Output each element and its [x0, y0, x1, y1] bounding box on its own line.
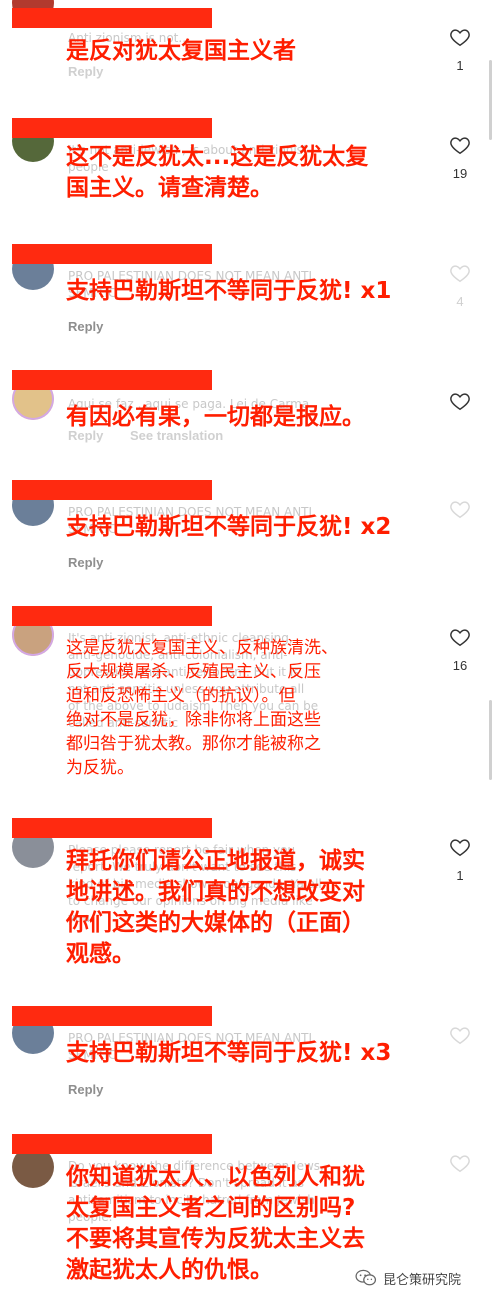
redacted-username-bar	[12, 818, 212, 838]
scrollbar[interactable]	[489, 60, 492, 140]
translated-comment: 是反对犹太复国主义者	[66, 38, 296, 64]
reply-button[interactable]: Reply	[68, 555, 103, 570]
see-translation-link[interactable]: See translation	[130, 428, 223, 443]
like-heart-icon[interactable]	[449, 498, 471, 520]
watermark: 昆仑策研究院	[355, 1268, 461, 1288]
like-heart-icon[interactable]	[449, 1152, 471, 1174]
wechat-icon	[355, 1269, 377, 1286]
redacted-username-bar	[12, 1006, 212, 1026]
like-count: 16	[452, 658, 468, 673]
translated-comment: 拜托你们请公正地报道，诚实 地讲述。我们真的不想改变对 你们这类的大媒体的（正面…	[66, 848, 365, 967]
reply-button[interactable]: Reply	[68, 319, 103, 334]
like-count: 1	[456, 58, 464, 73]
translated-comment: 支持巴勒斯坦不等同于反犹! x1	[66, 278, 392, 304]
redacted-username-bar	[12, 244, 212, 264]
redacted-username-bar	[12, 480, 212, 500]
redacted-username-bar	[12, 118, 212, 138]
watermark-text: 昆仑策研究院	[383, 1272, 462, 1288]
scrollbar-track-segment	[489, 700, 492, 780]
like-heart-icon[interactable]	[449, 262, 471, 284]
translated-comment: 这是反犹太复国主义、反种族清洗、 反大规模屠杀、反殖民主义、反压 迫和反恐怖主义…	[66, 638, 338, 778]
like-heart-icon[interactable]	[449, 26, 471, 48]
like-heart-icon[interactable]	[449, 390, 471, 412]
redacted-username-bar	[12, 8, 212, 28]
reply-button[interactable]: Reply	[68, 1082, 103, 1097]
redacted-username-bar	[12, 370, 212, 390]
translated-comment: 支持巴勒斯坦不等同于反犹! x2	[66, 514, 392, 540]
like-count: 1	[456, 868, 464, 883]
translated-comment: 这不是反犹太...这是反犹太复 国主义。请查清楚。	[66, 144, 369, 201]
translated-comment: 支持巴勒斯坦不等同于反犹! x3	[66, 1040, 392, 1066]
redacted-username-bar	[12, 606, 212, 626]
like-heart-icon[interactable]	[449, 134, 471, 156]
like-count: 19	[452, 166, 468, 181]
like-count: 4	[456, 294, 464, 309]
reply-button[interactable]: Reply	[68, 64, 103, 79]
like-heart-icon[interactable]	[449, 836, 471, 858]
redacted-username-bar	[12, 1134, 212, 1154]
reply-button[interactable]: Reply	[68, 428, 103, 443]
like-heart-icon[interactable]	[449, 1024, 471, 1046]
like-heart-icon[interactable]	[449, 626, 471, 648]
translated-comment: 你知道犹太人、以色列人和犹 太复国主义者之间的区别吗? 不要将其宣传为反犹太主义…	[66, 1164, 365, 1283]
